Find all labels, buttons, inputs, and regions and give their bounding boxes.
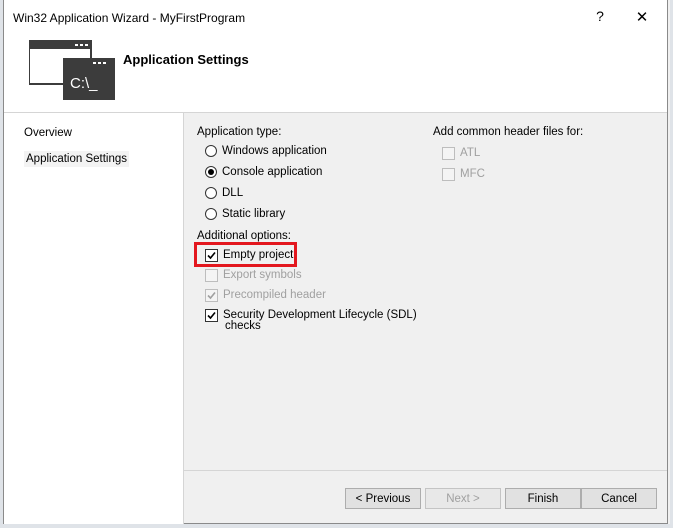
nav-item-application-settings[interactable]: Application Settings (24, 151, 130, 167)
page-title: Application Settings (123, 52, 249, 67)
checkbox-box[interactable] (205, 288, 218, 302)
radio-label: Console application (222, 166, 323, 178)
title-bar: Win32 Application Wizard - MyFirstProgra… (4, 0, 667, 36)
radio-label: Windows application (222, 145, 327, 157)
radio-circle[interactable] (205, 187, 217, 199)
background-edge-bottom (0, 524, 673, 528)
checkbox-label: ATL (460, 147, 481, 159)
application-type-label: Application type: (197, 126, 282, 138)
finish-button[interactable]: Finish (505, 488, 581, 509)
radio-circle[interactable] (205, 208, 217, 220)
header-banner: C:\_ Application Settings (4, 36, 667, 113)
window-title: Win32 Application Wizard - MyFirstProgra… (13, 11, 246, 25)
footer-divider (184, 470, 667, 471)
close-button[interactable]: ✕ (634, 8, 650, 26)
radio-label: Static library (222, 208, 286, 220)
checkbox-box[interactable] (442, 167, 455, 181)
settings-content: Application type: Windows application Co… (184, 113, 667, 524)
next-button[interactable]: Next > (425, 488, 501, 509)
checkbox-atl[interactable]: ATL (442, 145, 480, 161)
help-button[interactable]: ? (592, 8, 608, 26)
checkbox-label: Export symbols (223, 269, 302, 281)
header-files-label: Add common header files for: (433, 126, 584, 138)
checkbox-mfc[interactable]: MFC (442, 166, 485, 182)
radio-dll[interactable]: DLL (205, 185, 243, 201)
radio-windows-application[interactable]: Windows application (205, 143, 327, 159)
radio-circle-selected[interactable] (205, 166, 217, 178)
logo-text: C:\_ (70, 75, 98, 92)
checkbox-label: Precompiled header (223, 289, 326, 301)
checkbox-precompiled-header[interactable]: Precompiled header (205, 287, 326, 303)
checkbox-box[interactable] (205, 268, 218, 282)
sdl-label-continued: checks (225, 320, 261, 332)
previous-button[interactable]: < Previous (345, 488, 421, 509)
wizard-window: Win32 Application Wizard - MyFirstProgra… (3, 0, 668, 524)
checkmark-icon (207, 291, 216, 299)
radio-static-library[interactable]: Static library (205, 206, 285, 222)
checkmark-icon (207, 311, 216, 319)
checkbox-box[interactable] (442, 146, 455, 160)
checkbox-label: MFC (460, 168, 485, 180)
empty-project-highlight (194, 242, 297, 267)
wizard-nav: Overview Application Settings (4, 113, 184, 524)
cancel-button[interactable]: Cancel (581, 488, 657, 509)
radio-console-application[interactable]: Console application (205, 164, 322, 180)
checkbox-box[interactable] (205, 308, 218, 322)
nav-item-overview[interactable]: Overview (24, 127, 72, 139)
radio-circle[interactable] (205, 145, 217, 157)
checkbox-export-symbols[interactable]: Export symbols (205, 267, 302, 283)
radio-label: DLL (222, 187, 244, 199)
additional-options-label: Additional options: (197, 230, 291, 242)
console-app-icon: C:\_ (29, 40, 115, 100)
